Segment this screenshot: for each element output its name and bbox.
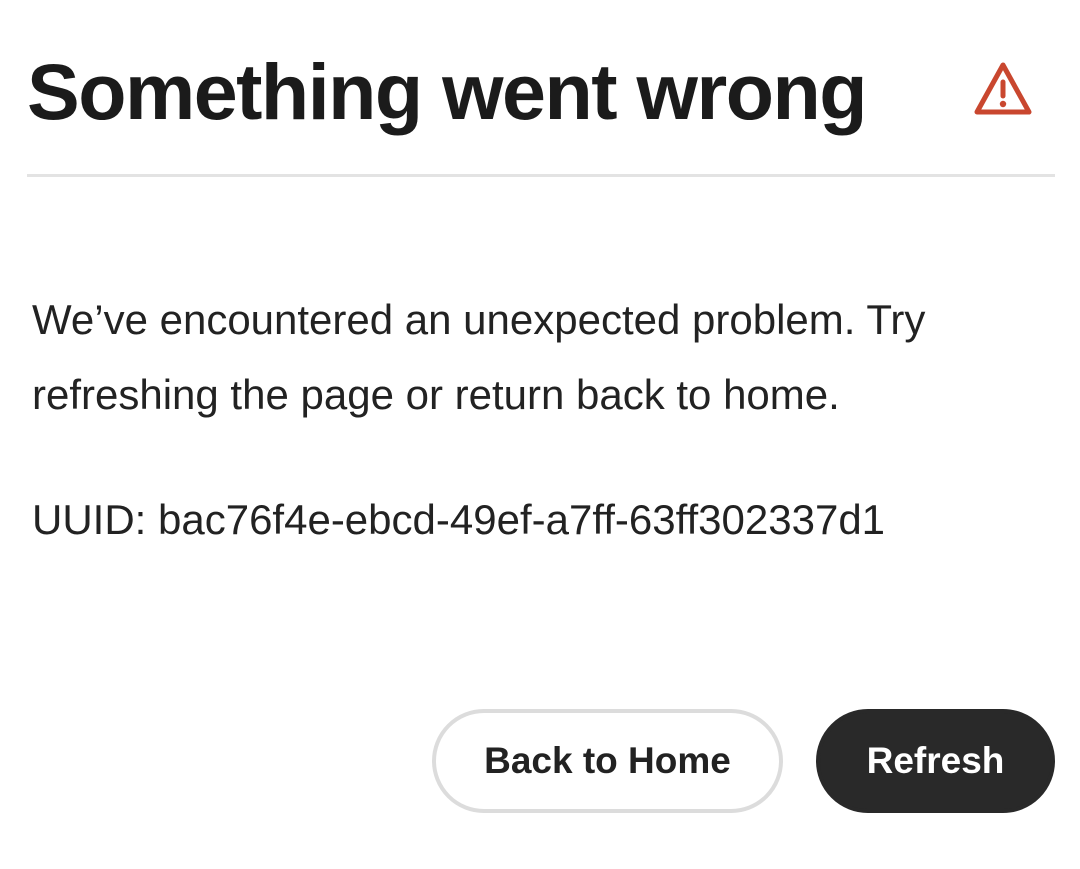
- error-message: We’ve encountered an unexpected problem.…: [32, 296, 926, 418]
- dialog-header: Something went wrong: [27, 40, 1055, 140]
- dialog-title: Something went wrong: [27, 47, 867, 136]
- error-dialog: Something went wrong We’ve encountered a…: [0, 0, 1080, 869]
- back-to-home-button[interactable]: Back to Home: [432, 709, 783, 813]
- error-uuid: UUID: bac76f4e-ebcd-49ef-a7ff-63ff302337…: [32, 496, 886, 543]
- refresh-button[interactable]: Refresh: [816, 709, 1055, 813]
- header-divider: [27, 174, 1055, 177]
- alert-triangle-icon: [974, 62, 1032, 115]
